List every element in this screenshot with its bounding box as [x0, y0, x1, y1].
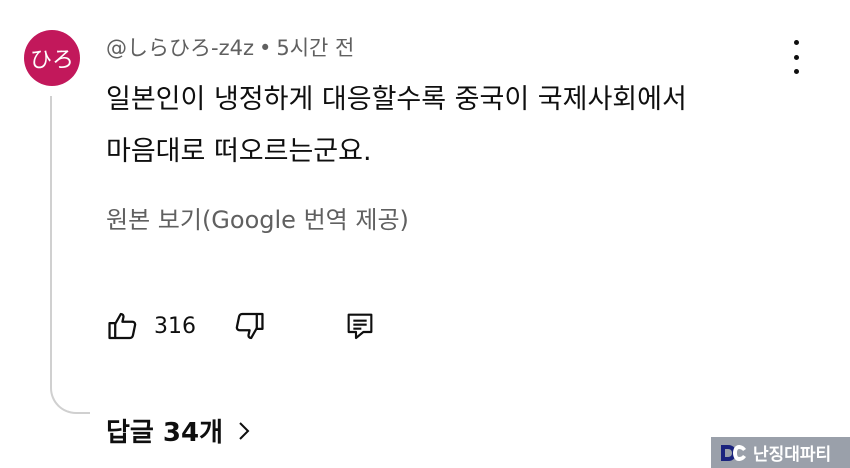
avatar[interactable]: ひろ	[24, 30, 80, 86]
reply-button[interactable]	[344, 309, 376, 343]
watermark-text: 난징대파티	[753, 445, 832, 465]
watermark: 난징대파티	[711, 437, 850, 468]
see-original-link[interactable]: 원본 보기(Google 번역 제공)	[106, 200, 409, 235]
view-replies-button[interactable]: 답글 34개	[106, 412, 251, 449]
comment-text-line: 일본인이 냉정하게 대응할수록 중국이 국제사회에서	[106, 84, 687, 115]
comment-actions: 316	[106, 306, 376, 346]
chevron-right-icon	[239, 421, 250, 440]
comment-text: 일본인이 냉정하게 대응할수록 중국이 국제사회에서 마음대로 떠오르는군요.	[106, 74, 806, 178]
replies-label: 답글 34개	[106, 418, 223, 448]
more-vert-icon-dot	[793, 54, 799, 60]
comment-text-line: 마음대로 떠오르는군요.	[106, 136, 372, 167]
like-button[interactable]: 316	[106, 309, 196, 343]
comment-time: 5시간 전	[276, 36, 355, 60]
reply-thread-line	[50, 96, 90, 414]
reply-comment-icon	[347, 313, 373, 340]
like-count: 316	[154, 313, 196, 339]
more-options-button[interactable]	[786, 40, 806, 74]
author-name[interactable]: @しらひろ-z4z	[106, 36, 254, 60]
dislike-button[interactable]	[232, 309, 266, 343]
thumbs-down-icon	[235, 312, 264, 340]
separator-dot: •	[258, 36, 272, 60]
watermark-logo-icon	[721, 444, 746, 461]
thumbs-up-icon	[108, 312, 137, 340]
comment-header: @しらひろ-z4z • 5시간 전	[106, 32, 354, 62]
more-vert-icon	[793, 40, 799, 45]
